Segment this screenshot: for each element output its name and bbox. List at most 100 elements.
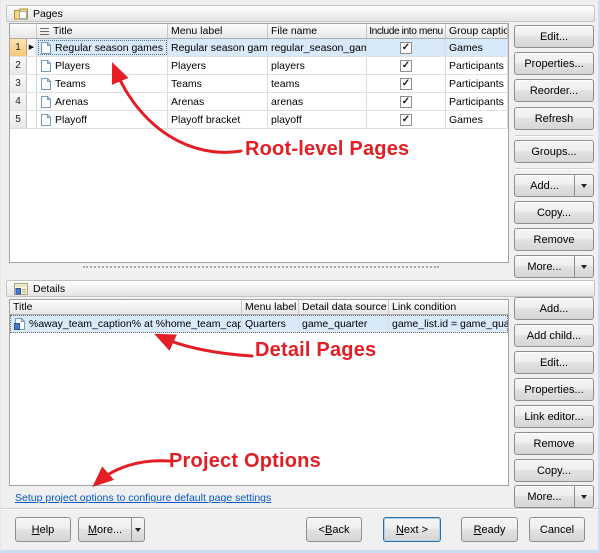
detail-properties-button[interactable]: Properties... xyxy=(514,378,594,401)
detail-more-dropdown-button[interactable] xyxy=(574,485,594,508)
refresh-button[interactable]: Refresh xyxy=(514,107,594,130)
pages-panel-title: Pages xyxy=(33,8,63,20)
ready-button[interactable]: Ready xyxy=(461,517,518,542)
detail-more-button[interactable]: More... xyxy=(514,485,575,508)
row-number: 4 xyxy=(10,93,27,110)
column-header-title[interactable]: Title xyxy=(37,24,168,38)
next-button[interactable]: Next > xyxy=(383,517,441,542)
cell-menu-label[interactable]: Arenas xyxy=(168,93,268,110)
column-header-link-condition[interactable]: Link condition xyxy=(389,300,508,314)
more-dropdown-button[interactable] xyxy=(574,255,594,278)
detail-form-icon xyxy=(14,283,28,295)
annotation-project-options: Project Options xyxy=(169,450,321,473)
detail-edit-button[interactable]: Edit... xyxy=(514,351,594,374)
table-row[interactable]: 2 Players Players players ✓ Participants xyxy=(10,57,508,75)
cell-title[interactable]: Arenas xyxy=(37,93,168,110)
table-row[interactable]: %away_team_caption% at %home_team_captio… xyxy=(10,315,508,333)
cell-group-caption[interactable]: Participants xyxy=(446,57,508,74)
cell-file-name[interactable]: players xyxy=(268,57,367,74)
cell-title[interactable]: %away_team_caption% at %home_team_captio… xyxy=(10,315,242,332)
cell-group-caption[interactable]: Games xyxy=(446,111,508,128)
cell-menu-label[interactable]: Teams xyxy=(168,75,268,92)
page-icon xyxy=(41,42,51,54)
column-header-group-caption[interactable]: Group caption xyxy=(446,24,508,38)
cell-menu-label[interactable]: Playoff bracket xyxy=(168,111,268,128)
add-button[interactable]: Add... xyxy=(514,174,575,197)
detail-link-editor-button[interactable]: Link editor... xyxy=(514,405,594,428)
page-icon xyxy=(41,60,51,72)
reorder-button[interactable]: Reorder... xyxy=(514,79,594,102)
page-icon xyxy=(41,96,51,108)
column-header-menu-label[interactable]: Menu label xyxy=(242,300,299,314)
panel-splitter-handle[interactable] xyxy=(83,266,439,269)
detail-copy-button[interactable]: Copy... xyxy=(514,459,594,482)
cell-file-name[interactable]: playoff xyxy=(268,111,367,128)
detail-add-button[interactable]: Add... xyxy=(514,297,594,320)
column-header-include-into-menu[interactable]: Include into menu xyxy=(367,24,446,38)
selected-row-marker-icon: ▶ xyxy=(27,39,37,56)
cell-group-caption[interactable]: Participants xyxy=(446,93,508,110)
checkbox-checked[interactable]: ✓ xyxy=(400,78,412,90)
properties-button[interactable]: Properties... xyxy=(514,52,594,75)
cell-title[interactable]: Regular season games xyxy=(37,39,168,56)
add-dropdown-button[interactable] xyxy=(574,174,594,197)
dropdown-arrow-icon xyxy=(581,184,587,188)
table-row[interactable]: 1 ▶ Regular season games Regular season … xyxy=(10,39,508,57)
row-number: 1 xyxy=(10,39,27,56)
groups-button[interactable]: Groups... xyxy=(514,140,594,163)
checkbox-checked[interactable]: ✓ xyxy=(400,42,412,54)
cell-title[interactable]: Players xyxy=(37,57,168,74)
table-row[interactable]: 3 Teams Teams teams ✓ Participants xyxy=(10,75,508,93)
column-header-title[interactable]: Title xyxy=(10,300,242,314)
footer-more-dropdown-button[interactable] xyxy=(131,517,145,542)
table-row[interactable]: 5 Playoff Playoff bracket playoff ✓ Game… xyxy=(10,111,508,129)
cancel-button[interactable]: Cancel xyxy=(529,517,585,542)
column-header-detail-data-source[interactable]: Detail data source xyxy=(299,300,389,314)
dropdown-arrow-icon xyxy=(581,265,587,269)
row-marker-cell xyxy=(27,111,37,128)
table-row[interactable]: 4 Arenas Arenas arenas ✓ Participants xyxy=(10,93,508,111)
back-button[interactable]: < Back xyxy=(306,517,362,542)
cell-group-caption[interactable]: Participants xyxy=(446,75,508,92)
cell-menu-label[interactable]: Regular season games xyxy=(168,39,268,56)
row-number: 5 xyxy=(10,111,27,128)
details-panel-header: Details xyxy=(6,280,595,297)
edit-button[interactable]: Edit... xyxy=(514,25,594,48)
cell-file-name[interactable]: teams xyxy=(268,75,367,92)
column-header-menu-label[interactable]: Menu label xyxy=(168,24,268,38)
footer-divider xyxy=(1,508,600,509)
page-icon xyxy=(41,78,51,90)
row-number: 3 xyxy=(10,75,27,92)
cell-include-into-menu[interactable]: ✓ xyxy=(367,39,446,56)
row-marker-cell xyxy=(27,93,37,110)
field-list-icon xyxy=(40,28,49,35)
cell-link-condition[interactable]: game_list.id = game_quarter.g xyxy=(389,315,508,332)
remove-button[interactable]: Remove xyxy=(514,228,594,251)
setup-project-options-link[interactable]: Setup project options to configure defau… xyxy=(15,492,271,504)
checkbox-checked[interactable]: ✓ xyxy=(400,96,412,108)
cell-include-into-menu[interactable]: ✓ xyxy=(367,57,446,74)
cell-title[interactable]: Teams xyxy=(37,75,168,92)
checkbox-checked[interactable]: ✓ xyxy=(400,60,412,72)
cell-file-name[interactable]: regular_season_games xyxy=(268,39,367,56)
cell-include-into-menu[interactable]: ✓ xyxy=(367,75,446,92)
cell-include-into-menu[interactable]: ✓ xyxy=(367,93,446,110)
footer-more-button[interactable]: More... xyxy=(78,517,132,542)
checkbox-checked[interactable]: ✓ xyxy=(400,114,412,126)
details-panel-title: Details xyxy=(33,283,65,295)
pages-grid-header: Title Menu label File name Include into … xyxy=(10,24,508,39)
cell-detail-data-source[interactable]: game_quarter xyxy=(299,315,389,332)
detail-remove-button[interactable]: Remove xyxy=(514,432,594,455)
cell-menu-label[interactable]: Players xyxy=(168,57,268,74)
detail-add-child-button[interactable]: Add child... xyxy=(514,324,594,347)
dropdown-arrow-icon xyxy=(581,495,587,499)
cell-include-into-menu[interactable]: ✓ xyxy=(367,111,446,128)
cell-menu-label[interactable]: Quarters xyxy=(242,315,299,332)
cell-file-name[interactable]: arenas xyxy=(268,93,367,110)
cell-group-caption[interactable]: Games xyxy=(446,39,508,56)
cell-title[interactable]: Playoff xyxy=(37,111,168,128)
copy-button[interactable]: Copy... xyxy=(514,201,594,224)
more-button[interactable]: More... xyxy=(514,255,575,278)
column-header-file-name[interactable]: File name xyxy=(268,24,367,38)
help-button[interactable]: Help xyxy=(15,517,71,542)
